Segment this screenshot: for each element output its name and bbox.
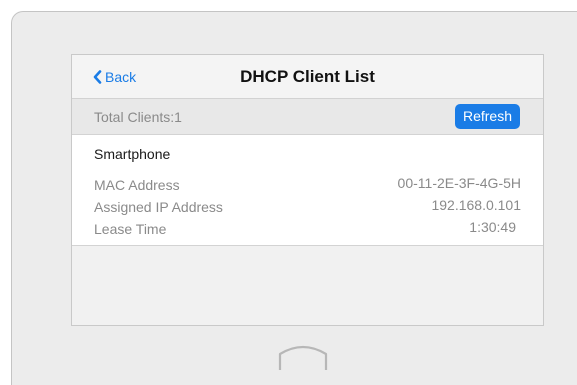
mac-address-value: 00-11-2E-3F-4G-5H [397,175,521,191]
home-button-icon[interactable] [276,342,330,372]
client-list-item[interactable]: Smartphone MAC Address 00-11-2E-3F-4G-5H… [72,135,543,246]
device-frame: Back DHCP Client List Total Clients:1 Re… [11,11,577,385]
navigation-bar: Back DHCP Client List [72,55,543,99]
summary-row: Total Clients:1 Refresh [72,99,543,135]
lease-time-value: 1:30:49 [469,219,516,235]
assigned-ip-value: 192.168.0.101 [431,197,521,213]
assigned-ip-label: Assigned IP Address [94,199,223,215]
client-name: Smartphone [94,146,171,162]
refresh-button[interactable]: Refresh [454,104,520,129]
lease-time-label: Lease Time [94,221,167,237]
mac-address-label: MAC Address [94,177,180,193]
page-title: DHCP Client List [240,67,375,86]
device-screen: Back DHCP Client List Total Clients:1 Re… [71,54,544,326]
total-clients-text: Total Clients:1 [94,109,182,125]
